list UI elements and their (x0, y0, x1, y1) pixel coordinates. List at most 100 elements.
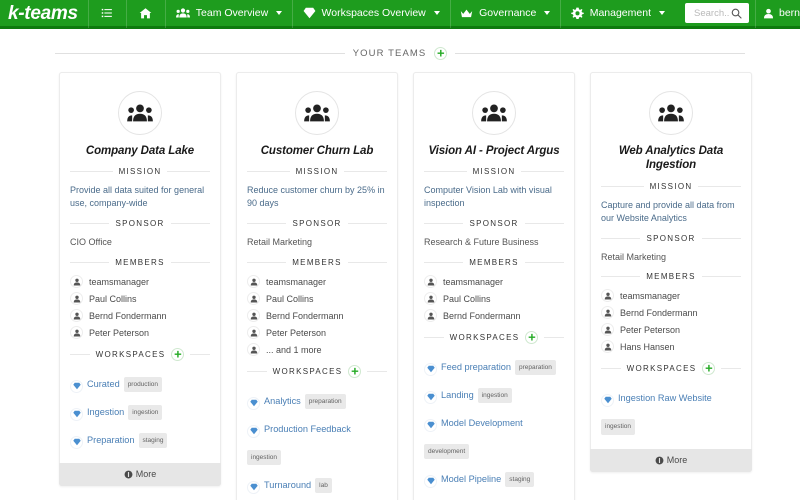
member-row[interactable]: Paul Collins (247, 292, 387, 306)
workspace-tag: development (424, 444, 470, 460)
workspace-name[interactable]: Curated (87, 379, 120, 389)
section-header-members: MEMBERS (70, 258, 210, 267)
member-row[interactable]: teamsmanager (424, 275, 564, 289)
workspace-name[interactable]: Ingestion Raw Website (618, 393, 712, 403)
more-button[interactable]: More (590, 449, 752, 473)
divider-right (347, 223, 388, 225)
member-row[interactable]: Paul Collins (70, 292, 210, 306)
workspace-name[interactable]: Turnaround (264, 480, 311, 490)
team-card[interactable]: Vision AI - Project Argus MISSION Comput… (413, 72, 575, 500)
member-row[interactable]: teamsmanager (601, 289, 741, 303)
member-row[interactable]: Bernd Fondermann (247, 309, 387, 323)
add-workspace-button[interactable]: + (525, 329, 539, 345)
section-label-members: MEMBERS (469, 258, 519, 268)
team-card[interactable]: Company Data Lake MISSION Provide all da… (59, 72, 221, 487)
more-icon (655, 456, 664, 465)
member-row[interactable]: Paul Collins (424, 292, 564, 306)
add-workspace-button[interactable]: + (348, 365, 362, 379)
workspace-tag: ingestion (128, 405, 163, 421)
workspace-item[interactable]: Ingestion Raw Website ingestion (601, 388, 716, 435)
member-name: teamsmanager (89, 276, 150, 287)
member-name: Peter Peterson (89, 327, 150, 338)
nav-item-governance[interactable]: Governance (450, 0, 560, 28)
add-workspace-button[interactable]: + (702, 362, 716, 376)
member-name: Paul Collins (266, 293, 314, 304)
team-mission[interactable]: Capture and provide all data from our We… (601, 199, 741, 225)
gem-icon (424, 390, 437, 404)
search-input[interactable] (692, 6, 731, 20)
more-button[interactable]: More (59, 463, 221, 487)
member-row[interactable]: Peter Peterson (247, 326, 387, 340)
nav-item-list[interactable] (88, 0, 126, 28)
workspace-item[interactable]: Feed preparation preparation (424, 357, 556, 376)
workspace-item[interactable]: Analytics preparation (247, 391, 346, 410)
add-team-button[interactable]: + (434, 47, 448, 60)
workspace-item[interactable]: Curated production (70, 374, 163, 393)
workspaces-list: Feed preparation preparation Landing ingest… (424, 352, 564, 500)
member-row[interactable]: Bernd Fondermann (70, 309, 210, 323)
workspace-name[interactable]: Analytics (264, 396, 301, 406)
member-row[interactable]: teamsmanager (70, 275, 210, 289)
workspace-item[interactable]: Turnaround lab (247, 475, 332, 494)
member-name: teamsmanager (443, 276, 504, 287)
workspace-item[interactable]: Production Feedback ingestion (247, 419, 355, 466)
add-workspace-label: + (528, 329, 536, 345)
team-card[interactable]: Customer Churn Lab MISSION Reduce custom… (236, 72, 398, 500)
member-name: Peter Peterson (620, 324, 681, 335)
nav-item-management[interactable]: Management (561, 0, 675, 28)
workspace-item[interactable]: Landing ingestion (424, 385, 512, 404)
workspace-item[interactable]: Model Development development (424, 413, 527, 460)
section-label-sponsor: SPONSOR (646, 233, 696, 243)
workspaces-list: Curated production Ingestion ingestion Prepa… (70, 369, 210, 453)
avatar (247, 292, 260, 306)
workspaces-list: Analytics preparation Production Feedback i… (247, 386, 387, 498)
nav-item-home[interactable] (126, 0, 165, 28)
section-label-members: MEMBERS (115, 258, 165, 268)
team-mission[interactable]: Reduce customer churn by 25% in 90 days (247, 184, 387, 210)
workspace-name[interactable]: Production Feedback (264, 424, 351, 434)
search-box[interactable] (685, 3, 749, 23)
member-name: teamsmanager (620, 290, 681, 301)
member-row[interactable]: Bernd Fondermann (424, 309, 564, 323)
section-label-sponsor: SPONSOR (292, 219, 342, 229)
section-header-workspaces: WORKSPACES + (424, 329, 564, 345)
avatar (247, 343, 260, 357)
avatar (70, 275, 83, 289)
workspace-name[interactable]: Preparation (87, 435, 135, 445)
workspace-name[interactable]: Feed preparation (441, 362, 511, 372)
divider-left (601, 237, 641, 239)
add-workspace-button[interactable]: + (171, 348, 185, 362)
member-row[interactable]: Peter Peterson (70, 326, 210, 340)
member-row[interactable]: teamsmanager (247, 275, 387, 289)
search-icon[interactable] (731, 8, 742, 19)
app-brand[interactable]: k-teams (0, 4, 88, 23)
workspace-item[interactable]: Model Pipeline staging (424, 469, 535, 488)
workspace-item[interactable]: Ingestion ingestion (70, 402, 163, 421)
workspace-name[interactable]: Model Pipeline (441, 474, 501, 484)
workspace-name[interactable]: Model Development (441, 418, 523, 428)
gem-icon (247, 424, 260, 438)
section-header-members: MEMBERS (247, 258, 387, 267)
divider-right (524, 262, 564, 264)
workspace-name[interactable]: Ingestion (87, 407, 124, 417)
workspace-name[interactable]: Landing (441, 390, 474, 400)
team-mission[interactable]: Provide all data suited for general use,… (70, 184, 210, 210)
member-row[interactable]: Hans Hansen (601, 340, 741, 354)
user-menu[interactable]: bern (755, 7, 800, 19)
team-mission[interactable]: Computer Vision Lab with visual inspecti… (424, 184, 564, 210)
member-row[interactable]: Peter Peterson (601, 323, 741, 337)
more-icon (124, 470, 133, 479)
team-sponsor: Retail Marketing (247, 237, 313, 248)
member-row[interactable]: Bernd Fondermann (601, 306, 741, 320)
team-card-body: Customer Churn Lab MISSION Reduce custom… (236, 72, 398, 500)
workspace-item[interactable]: Preparation staging (70, 430, 168, 449)
section-header-sponsor: SPONSOR (70, 219, 211, 228)
list-icon (101, 7, 113, 19)
team-avatar (649, 91, 693, 135)
nav-item-workspaces-overview[interactable]: Workspaces Overview (293, 0, 450, 28)
member-row[interactable]: ... and 1 more (247, 343, 387, 357)
nav-item-team-overview[interactable]: Team Overview (166, 0, 292, 28)
team-card[interactable]: Web Analytics Data Ingestion MISSION Cap… (590, 72, 752, 473)
divider-right (347, 262, 387, 264)
section-label-mission: MISSION (295, 167, 339, 177)
